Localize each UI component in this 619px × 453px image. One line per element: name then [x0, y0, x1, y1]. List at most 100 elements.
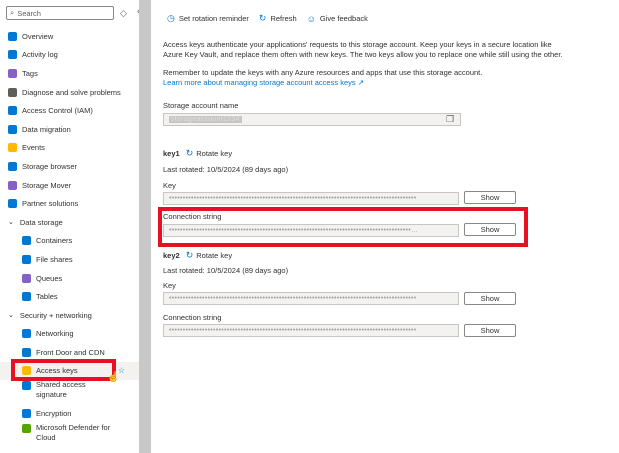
- people-icon: [8, 106, 17, 116]
- key2-rotate-button[interactable]: Rotate key: [196, 251, 232, 260]
- sidebar-item-overview[interactable]: Overview: [0, 27, 139, 46]
- tables-icon: [22, 292, 31, 302]
- overview-icon: [8, 31, 17, 41]
- key1-key-show-button[interactable]: Show: [464, 191, 516, 204]
- key1-key-field: ••••••••••••••••••••••••••••••••••••••••…: [163, 192, 459, 205]
- storage-account-value: storageaccount1234: [169, 116, 242, 123]
- sidebar-item-label: Networking: [36, 329, 74, 339]
- sidebar-item-label: Overview: [22, 31, 54, 41]
- sidebar-nav: Overview Activity log Tags Diagnose and sol…: [0, 27, 139, 447]
- sidebar-item-shared-access-signature[interactable]: Shared access signature: [0, 380, 139, 404]
- search-icon: ⌕: [10, 8, 15, 17]
- sidebar-item-label: Tags: [22, 68, 38, 78]
- sidebar-item-tags[interactable]: Tags: [0, 64, 139, 83]
- set-rotation-reminder-button[interactable]: ◷ Set rotation reminder: [167, 13, 249, 24]
- sidebar-item-networking[interactable]: Networking: [0, 325, 139, 344]
- sidebar-item-partner-solutions[interactable]: Partner solutions: [0, 194, 139, 213]
- sidebar-item-storage-browser[interactable]: Storage browser: [0, 157, 139, 176]
- sidebar-item-encryption[interactable]: Encryption: [0, 404, 139, 423]
- copy-icon[interactable]: ❐: [446, 114, 454, 125]
- key2-connection-label: Connection string: [163, 313, 222, 322]
- sidebar-item-label: Security + networking: [19, 310, 92, 320]
- key2-title: key2: [163, 251, 180, 260]
- reminder-text: Remember to update the keys with any Azu…: [163, 68, 483, 77]
- shared-access-icon: [22, 381, 31, 391]
- sidebar-item-label: Access Control (IAM): [22, 106, 93, 116]
- clock-icon: ◷: [167, 13, 175, 23]
- wrench-icon: [8, 87, 17, 97]
- key1-title: key1: [163, 149, 180, 158]
- connection-string-highlight: [158, 207, 528, 247]
- main-content: Access keys authenticate your applicatio…: [163, 40, 563, 88]
- key2-key-show-button[interactable]: Show: [464, 292, 516, 305]
- refresh-icon: ↻: [258, 13, 267, 23]
- sidebar-item-label: Diagnose and solve problems: [22, 87, 121, 97]
- sidebar-item-label: Activity log: [22, 50, 58, 60]
- sidebar-item-tables[interactable]: Tables: [0, 287, 139, 306]
- refresh-button[interactable]: ↻ Refresh: [259, 13, 297, 24]
- sidebar-item-label: Partner solutions: [22, 199, 79, 209]
- give-feedback-button[interactable]: ☺ Give feedback: [307, 14, 368, 24]
- key2-connection-field: ••••••••••••••••••••••••••••••••••••••••…: [163, 324, 459, 337]
- chevron-down-icon[interactable]: ⌄: [8, 218, 14, 226]
- sidebar-item-diagnose-and-solve-problems[interactable]: Diagnose and solve problems: [0, 83, 139, 102]
- key1-header: key1 ↻ Rotate key: [163, 148, 232, 159]
- sidebar-item-label: Events: [22, 143, 45, 153]
- chevron-down-icon[interactable]: ⌄: [8, 311, 14, 319]
- toolbar: ◷ Set rotation reminder ↻ Refresh ☺ Give…: [167, 13, 378, 24]
- activity-log-icon: [8, 50, 17, 60]
- sidebar-item-label: Front Door and CDN: [36, 347, 105, 357]
- key2-key-field: ••••••••••••••••••••••••••••••••••••••••…: [163, 292, 459, 305]
- sidebar-item-label: Microsoft Defender for Cloud: [36, 422, 111, 442]
- key1-rotate-button[interactable]: Rotate key: [196, 149, 232, 158]
- sidebar-item-label: Containers: [36, 236, 73, 246]
- sidebar-item-access-control-iam[interactable]: Access Control (IAM): [0, 101, 139, 120]
- search-placeholder: Search: [17, 8, 41, 18]
- key2-last-rotated: Last rotated: 10/5/2024 (89 days ago): [163, 266, 289, 275]
- key2-header: key2 ↻ Rotate key: [163, 250, 232, 261]
- key2-connection-show-button[interactable]: Show: [464, 324, 516, 337]
- learn-more-link[interactable]: Learn more about managing storage accoun…: [163, 78, 563, 88]
- sidebar-item-queues[interactable]: Queues: [0, 269, 139, 288]
- sidebar-item-containers[interactable]: Containers: [0, 232, 139, 251]
- lightning-icon: [8, 143, 17, 153]
- refresh-label: Refresh: [270, 14, 297, 23]
- set-rotation-label: Set rotation reminder: [178, 14, 249, 23]
- sidebar-item-label: Data storage: [19, 217, 63, 227]
- sidebar: ⌕ Search ◇ « OverviewActivity logTagsDia…: [0, 0, 143, 453]
- sidebar-scrollbar[interactable]: [139, 0, 151, 453]
- sidebar-item-storage-mover[interactable]: Storage Mover: [0, 176, 139, 195]
- nav-group-data-storage[interactable]: ⌄ Data storage: [0, 213, 139, 232]
- containers-icon: [22, 236, 31, 246]
- storage-mover-icon: [8, 180, 17, 190]
- storage-account-field: storageaccount1234: [163, 113, 461, 126]
- sidebar-item-data-migration[interactable]: Data migration: [0, 120, 139, 139]
- sidebar-item-label: Data migration: [22, 124, 71, 134]
- sidebar-item-label: Queues: [36, 273, 63, 283]
- sidebar-item-microsoft-defender-for-cloud[interactable]: Microsoft Defender for Cloud: [0, 423, 139, 447]
- settings-icon[interactable]: ◇: [120, 8, 127, 19]
- partner-icon: [8, 199, 17, 209]
- queues-icon: [22, 273, 31, 283]
- rotate-icon[interactable]: ↻: [186, 250, 194, 261]
- key2-key-label: Key: [163, 281, 176, 290]
- key1-last-rotated: Last rotated: 10/5/2024 (89 days ago): [163, 165, 289, 174]
- sidebar-item-activity-log[interactable]: Activity log: [0, 46, 139, 65]
- file-shares-icon: [22, 254, 31, 264]
- sidebar-item-events[interactable]: Events: [0, 139, 139, 158]
- sidebar-item-file-shares[interactable]: File shares: [0, 250, 139, 269]
- sidebar-item-label: Encryption: [36, 409, 72, 419]
- rotate-icon[interactable]: ↻: [186, 148, 194, 159]
- storage-browser-icon: [8, 161, 17, 171]
- key1-key-label: Key: [163, 181, 176, 190]
- sidebar-item-label: Storage Mover: [22, 180, 72, 190]
- search-input[interactable]: ⌕ Search: [6, 6, 114, 20]
- intro-text: Access keys authenticate your applicatio…: [163, 40, 563, 59]
- sidebar-item-label: Tables: [36, 292, 58, 302]
- data-migration-icon: [8, 124, 17, 134]
- sidebar-item-label: File shares: [36, 254, 73, 264]
- front-door-icon: [22, 347, 31, 357]
- networking-icon: [22, 329, 31, 339]
- nav-group-security-networking[interactable]: ⌄ Security + networking: [0, 306, 139, 325]
- access-keys-highlight: [11, 359, 116, 381]
